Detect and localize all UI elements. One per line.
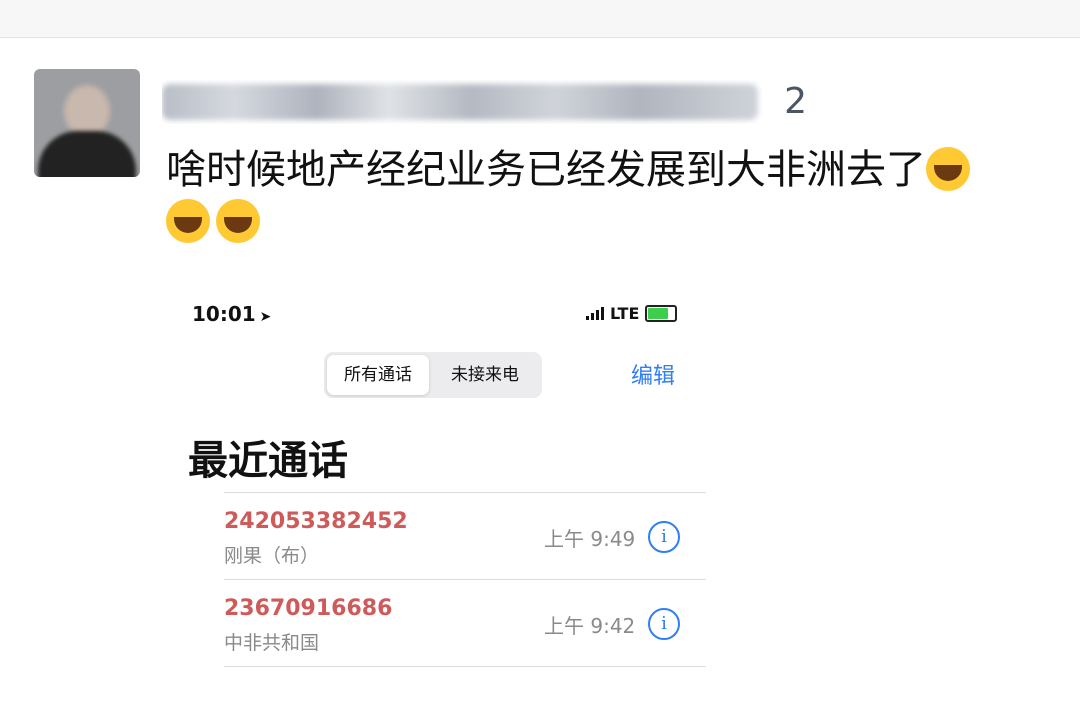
list-divider [224,666,706,667]
page-title: 最近通话 [188,438,348,484]
username-blurred[interactable]: 2 [162,80,807,124]
status-indicators: LTE [586,304,678,323]
call-filter-segment: 所有通话 未接来电 [324,352,542,398]
name-visible-tail: 2 [784,81,807,122]
call-number: 242053382452 [224,509,408,534]
call-location: 中非共和国 [224,632,320,654]
call-time: 上午 9:49 [544,527,636,551]
top-bar [0,0,1080,38]
post-text: 啥时候地产经纪业务已经发展到大非洲去了 [166,144,1016,248]
status-time: 10:01 ➤ [192,302,272,326]
phone-screenshot[interactable]: 10:01 ➤ LTE 所有通话 未接来电 编辑 最近通话 24205338245… [176,286,722,686]
facepalm-emoji-icon [926,147,970,191]
segment-all-calls[interactable]: 所有通话 [327,355,429,395]
location-arrow-icon: ➤ [259,309,272,325]
name-mask [162,84,758,120]
network-label: LTE [610,304,640,323]
facepalm-emoji-icon [216,199,260,243]
post-text-content: 啥时候地产经纪业务已经发展到大非洲去了 [166,147,926,193]
avatar[interactable] [34,69,140,177]
call-row[interactable]: 242053382452 刚果（布） 上午 9:49 i [224,492,706,579]
avatar-face-blurred [64,85,110,137]
call-number: 23670916686 [224,596,393,621]
info-icon[interactable]: i [648,521,680,553]
call-row[interactable]: 23670916686 中非共和国 上午 9:42 i [224,579,706,666]
info-icon[interactable]: i [648,608,680,640]
call-time: 上午 9:42 [544,614,636,638]
avatar-body-blurred [38,131,136,177]
segment-missed-calls[interactable]: 未接来电 [430,355,540,395]
call-location: 刚果（布） [224,545,320,567]
facepalm-emoji-icon [166,199,210,243]
signal-bars-icon [586,307,604,320]
edit-button[interactable]: 编辑 [631,358,675,390]
battery-icon [645,305,678,322]
